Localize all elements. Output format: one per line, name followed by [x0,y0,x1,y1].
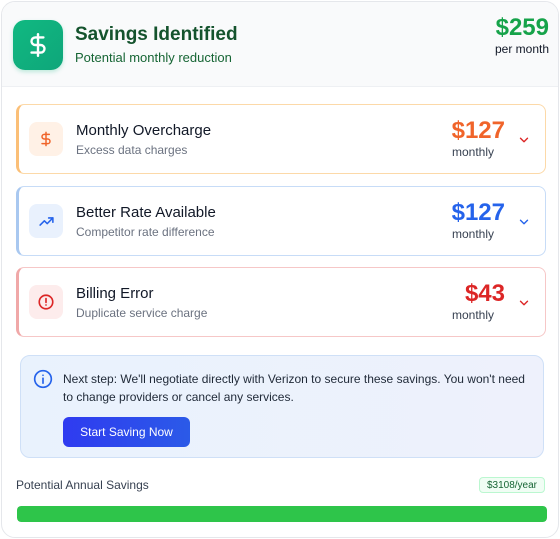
annual-savings-progress-fill [17,506,547,522]
savings-item-description: Excess data charges [76,143,188,157]
page-subtitle: Potential monthly reduction [75,50,232,65]
next-step-text: Next step: We'll negotiate directly with… [63,372,525,404]
savings-item-better-rate[interactable]: Better Rate Available Competitor rate di… [16,186,546,256]
savings-item-amount: $43 [464,280,505,307]
savings-item-period: monthly [451,145,494,159]
next-step-panel: Next step: We'll negotiate directly with… [20,355,544,458]
savings-item-description: Competitor rate difference [76,225,215,239]
savings-item-amount: $127 [451,117,505,144]
annual-savings-label: Potential Annual Savings [16,478,149,492]
dollar-icon [13,20,63,70]
savings-item-title: Billing Error [76,285,154,302]
total-monthly-savings: $259 [495,14,549,41]
savings-item-period: monthly [451,308,494,322]
chevron-down-icon[interactable] [517,296,531,310]
savings-header: Savings Identified Potential monthly red… [2,2,558,87]
alert-circle-icon [29,285,63,319]
dollar-icon [29,122,63,156]
savings-item-title: Monthly Overcharge [76,122,212,139]
info-icon [33,369,53,389]
start-saving-button[interactable]: Start Saving Now [63,417,190,447]
savings-item-title: Better Rate Available [76,204,216,221]
trending-up-icon [29,204,63,238]
chevron-down-icon[interactable] [517,215,531,229]
chevron-down-icon[interactable] [517,133,531,147]
savings-item-amount: $127 [451,199,505,226]
annual-savings-badge: $3108/year [478,477,545,493]
savings-item-description: Duplicate service charge [76,306,208,320]
page-title: Savings Identified [75,24,238,45]
savings-item-billing-error[interactable]: Billing Error Duplicate service charge $… [16,267,546,337]
savings-item-period: monthly [451,227,494,241]
total-savings-period: per month [494,42,549,56]
savings-card: Savings Identified Potential monthly red… [1,1,559,538]
savings-item-monthly-overcharge[interactable]: Monthly Overcharge Excess data charges $… [16,104,546,174]
annual-savings-progress [17,506,547,522]
